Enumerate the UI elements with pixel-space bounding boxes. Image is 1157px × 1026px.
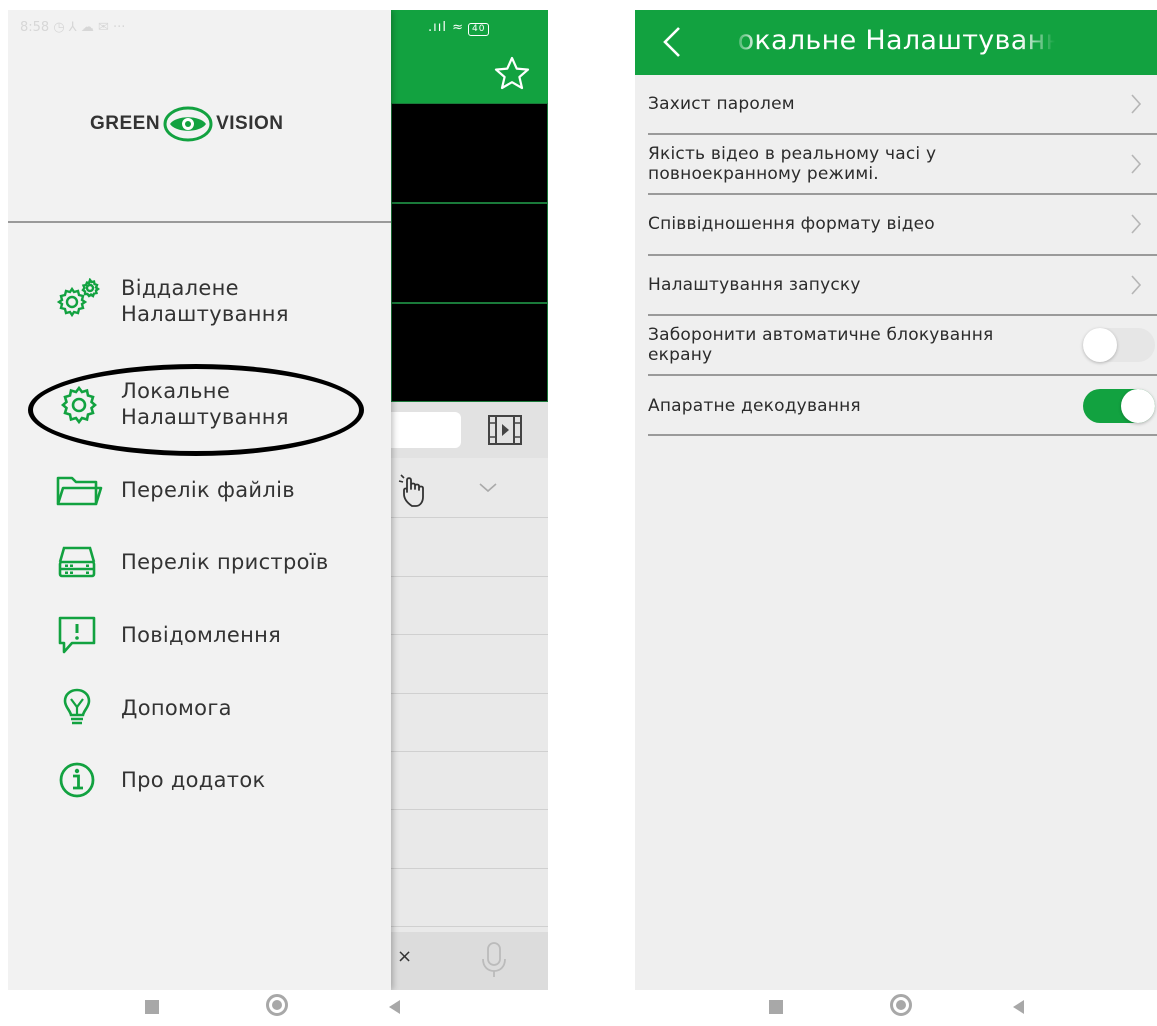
menu-label-remote-settings: Віддалене Налаштування: [121, 276, 289, 326]
right-phone-screen: Локальне Налаштування Захист паролем Які…: [635, 10, 1157, 990]
hand-pointer-icon[interactable]: [396, 472, 436, 510]
menu-label-messages: Повідомлення: [121, 623, 282, 647]
chevron-right-icon: [1131, 275, 1142, 295]
toggle-knob: [1083, 328, 1117, 362]
menu-item-remote-settings[interactable]: Віддалене Налаштування: [8, 272, 391, 328]
menu-label-about: Про додаток: [121, 768, 266, 792]
setting-disable-auto-lock: Заборонити автоматичне блокування екрану: [635, 315, 1157, 375]
film-icon[interactable]: [487, 414, 523, 446]
row-divider: [648, 434, 1157, 436]
list-divider: [391, 751, 548, 752]
setting-startup[interactable]: Налаштування запуску: [635, 255, 1157, 315]
status-bar-time: 8:58 ◷ ⅄ ☁ ✉ ···: [20, 20, 126, 35]
list-divider: [391, 693, 548, 694]
star-icon[interactable]: [492, 54, 532, 94]
back-button[interactable]: [389, 1000, 400, 1014]
setting-hardware-decoding: Апаратне декодування: [635, 375, 1157, 435]
chevron-down-icon[interactable]: [476, 478, 500, 496]
setting-label: Заборонити автоматичне блокування екрану: [648, 325, 994, 365]
navigation-drawer: 8:58 ◷ ⅄ ☁ ✉ ··· GREEN VISION Віддалене …: [8, 10, 391, 990]
battery-indicator: 40: [468, 23, 490, 36]
setting-label: Апаратне декодування: [648, 396, 861, 416]
menu-label-help: Допомога: [121, 696, 232, 720]
setting-video-aspect-ratio[interactable]: Співвідношення формату відео: [635, 194, 1157, 254]
gears-icon: [56, 278, 100, 318]
list-divider: [391, 809, 548, 810]
chevron-right-icon: [1131, 94, 1142, 114]
device-icon: [58, 546, 96, 578]
menu-item-device-list[interactable]: Перелік пристроїв: [8, 542, 391, 582]
list-divider: [391, 517, 548, 518]
menu-label-file-list: Перелік файлів: [121, 478, 295, 502]
folder-icon: [56, 476, 103, 506]
page-title-text: Локальне Налаштування: [735, 25, 1055, 56]
drawer-divider: [8, 221, 391, 223]
chevron-right-icon: [1131, 214, 1142, 234]
auto-lock-toggle[interactable]: [1083, 328, 1155, 362]
menu-item-about[interactable]: Про додаток: [8, 758, 391, 802]
setting-label: Захист паролем: [648, 94, 795, 114]
video-tile[interactable]: [391, 103, 548, 203]
system-nav-bar-right: [620, 990, 1157, 1026]
logo-text-vision: VISION: [216, 113, 284, 134]
eye-logo-icon: [163, 106, 213, 142]
settings-header: Локальне Налаштування: [635, 10, 1157, 75]
video-tile[interactable]: [391, 303, 548, 402]
setting-password-protection[interactable]: Захист паролем: [635, 76, 1157, 136]
menu-label-device-list: Перелік пристроїв: [121, 550, 329, 574]
microphone-icon[interactable]: [479, 940, 509, 980]
list-divider: [391, 576, 548, 577]
greenvision-logo: GREEN VISION: [90, 106, 283, 142]
menu-item-messages[interactable]: Повідомлення: [8, 613, 391, 657]
setting-realtime-video-quality[interactable]: Якість відео в реальному часі у повноекр…: [635, 134, 1157, 194]
system-nav-bar-left: [0, 990, 560, 1026]
chevron-right-icon: [1131, 154, 1142, 174]
logo-text-green: GREEN: [90, 113, 161, 134]
status-indicators: .ııl ≈ 40: [428, 20, 490, 36]
list-divider: [391, 926, 548, 927]
info-icon: [59, 762, 95, 798]
title-fade-right: [1019, 20, 1055, 64]
setting-label: Налаштування запуску: [648, 275, 861, 295]
setting-label: Співвідношення формату відео: [648, 214, 935, 234]
menu-item-file-list[interactable]: Перелік файлів: [8, 470, 391, 510]
recents-button[interactable]: [145, 1000, 159, 1014]
recents-button[interactable]: [769, 1000, 783, 1014]
lightbulb-icon: [63, 688, 91, 725]
message-alert-icon: [58, 616, 96, 654]
chevron-left-icon[interactable]: [657, 24, 687, 60]
signal-wifi-indicator: .ııl ≈: [428, 20, 464, 35]
left-phone-screen: .ııl ≈ 40 × 8:58 ◷ ⅄ ☁ ✉ ··· GREEN VISION…: [8, 10, 548, 990]
hardware-decoding-toggle[interactable]: [1083, 389, 1155, 423]
background-bottom-bar: ×: [391, 932, 548, 990]
back-button[interactable]: [1013, 1000, 1024, 1014]
page-title: Локальне Налаштування: [735, 25, 1055, 56]
list-divider: [391, 634, 548, 635]
toggle-knob: [1121, 389, 1155, 423]
menu-item-help[interactable]: Допомога: [8, 686, 391, 730]
close-button[interactable]: ×: [397, 946, 412, 967]
background-search-input[interactable]: [391, 412, 461, 448]
title-fade-left: [731, 20, 759, 64]
setting-label: Якість відео в реальному часі у повноекр…: [648, 144, 937, 184]
highlight-annotation-ellipse: [28, 364, 364, 456]
video-tile[interactable]: [391, 203, 548, 303]
background-search-bar: [391, 402, 548, 458]
list-divider: [391, 868, 548, 869]
home-button[interactable]: [890, 994, 912, 1016]
home-button[interactable]: [266, 994, 288, 1016]
